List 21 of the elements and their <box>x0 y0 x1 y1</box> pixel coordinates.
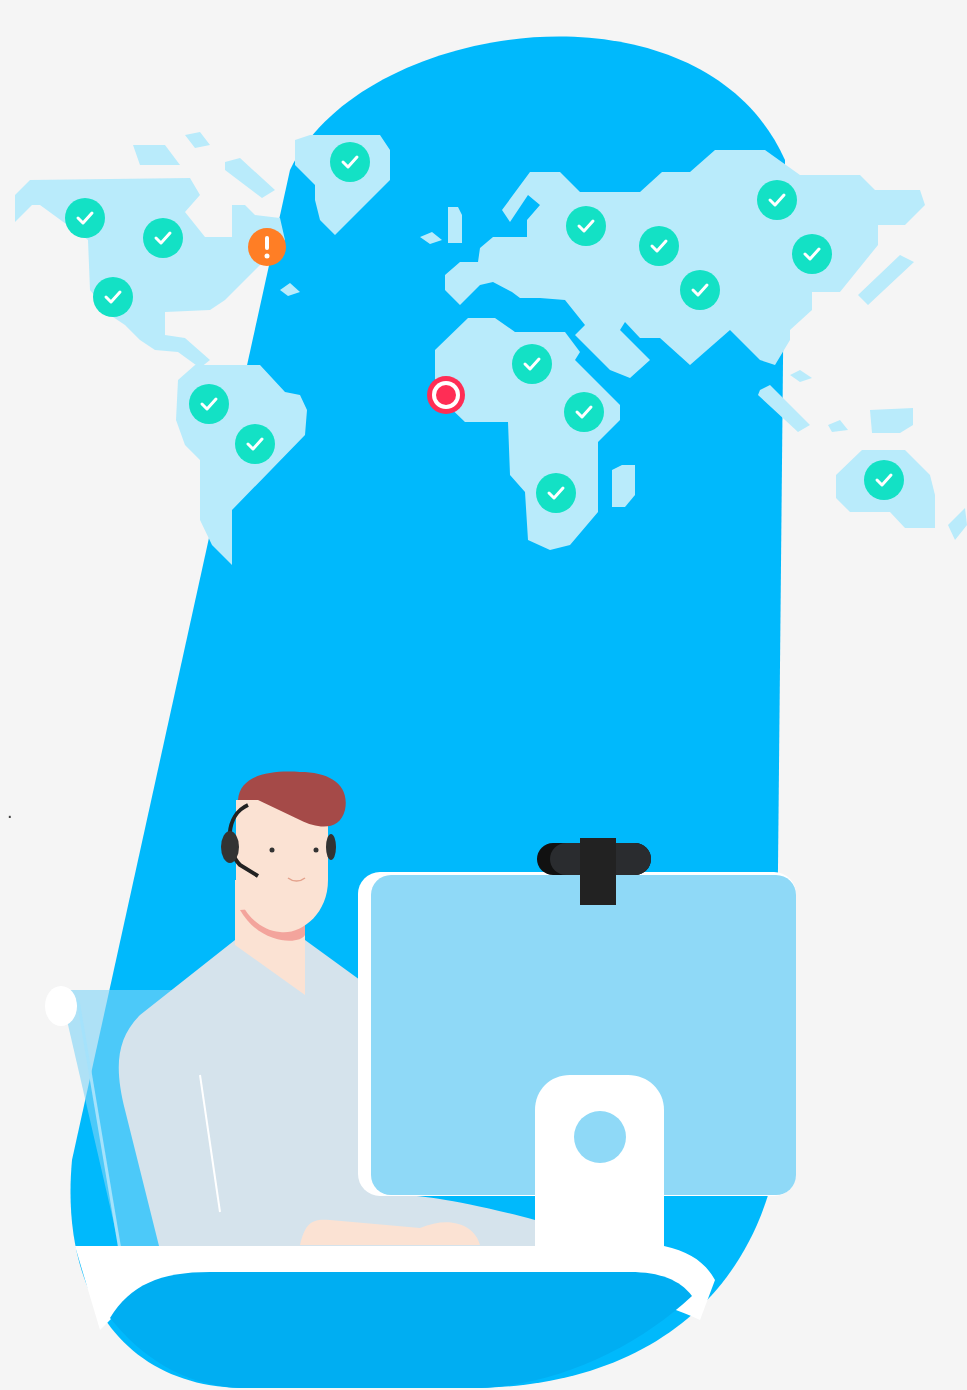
check-marker-icon <box>235 424 275 464</box>
check-marker-icon <box>330 142 370 182</box>
check-marker-icon <box>65 198 105 238</box>
check-marker-icon <box>864 460 904 500</box>
check-marker-icon <box>512 344 552 384</box>
text-fragment: . <box>7 799 13 824</box>
island-shape <box>280 283 300 296</box>
webcam-icon <box>537 838 651 905</box>
island-shape <box>420 207 462 244</box>
check-marker-icon <box>93 277 133 317</box>
check-marker-icon <box>639 226 679 266</box>
check-marker-icon <box>189 384 229 424</box>
check-marker-icon <box>792 234 832 274</box>
check-marker-icon <box>536 473 576 513</box>
check-marker-icon <box>566 206 606 246</box>
check-marker-icon <box>680 270 720 310</box>
check-marker-icon <box>143 218 183 258</box>
location-target-icon <box>427 376 465 414</box>
check-marker-icon <box>757 180 797 220</box>
check-marker-icon <box>564 392 604 432</box>
warning-marker-icon <box>248 228 286 266</box>
